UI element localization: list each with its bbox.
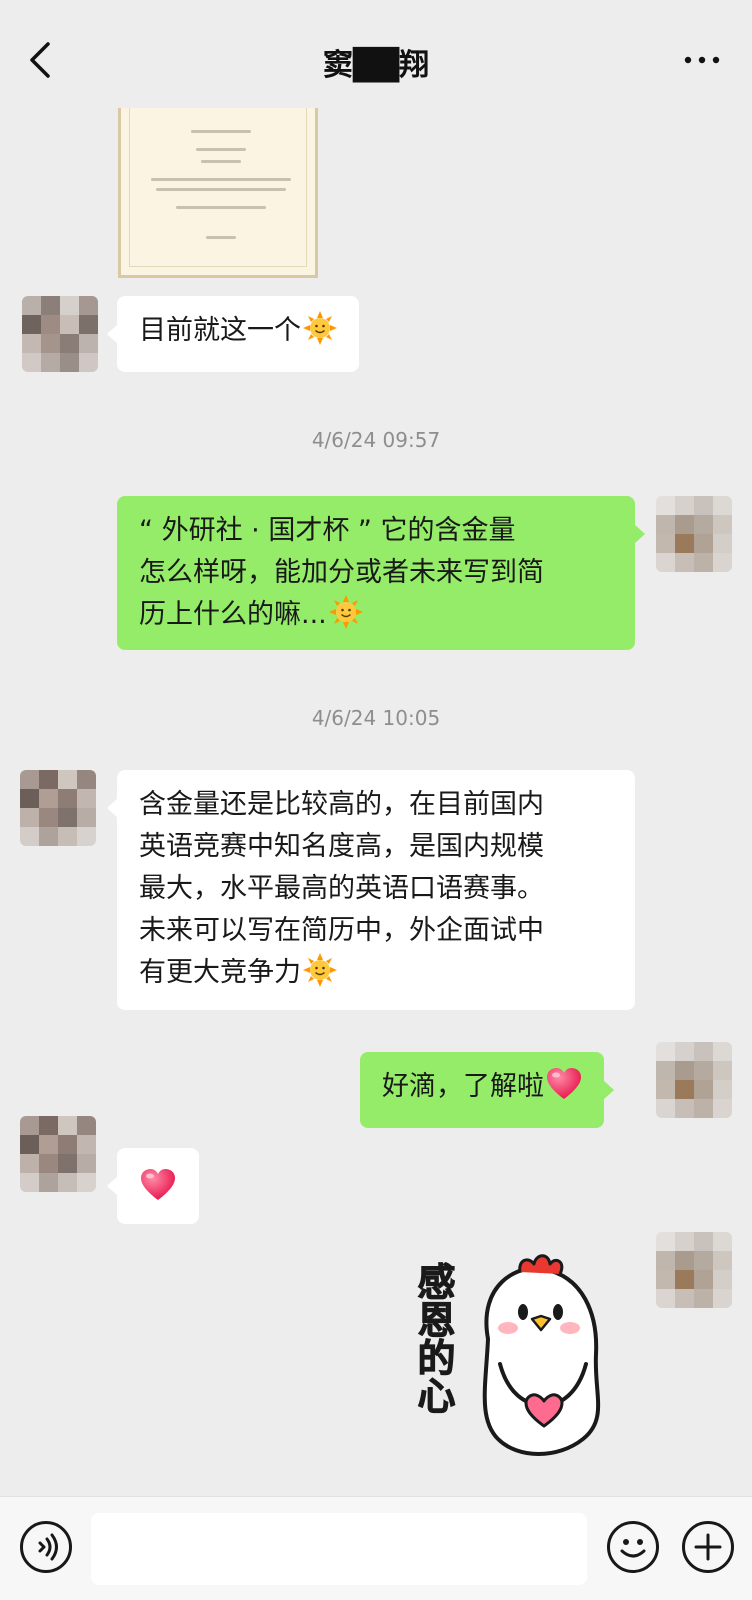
sun-emoji-icon [328, 595, 363, 629]
message-list[interactable]: 目前就这一个 4/6/24 09:57 “ 外研社 · 国才杯 ” 它的含金量 … [0, 108, 752, 1496]
heart-emoji-icon [547, 1068, 581, 1099]
chat-header: 窦██翔 [0, 0, 752, 108]
chat-title: 窦██翔 [322, 48, 430, 83]
message-bubble-sent[interactable]: 好滴，了解啦 [360, 1052, 614, 1128]
plus-icon[interactable] [682, 1521, 734, 1573]
smiley-icon[interactable] [607, 1521, 659, 1573]
message-timestamp: 4/6/24 09:57 [311, 428, 441, 452]
message-bubble-sent[interactable]: “ 外研社 · 国才杯 ” 它的含金量 怎么样呀，能加分或者未来写到简 历上什么… [117, 496, 645, 650]
contact-avatar[interactable] [20, 1116, 96, 1192]
my-avatar[interactable] [656, 496, 732, 572]
message-bubble-received[interactable]: 含金量还是比较高的，在目前国内 英语竞赛中知名度高，是国内规模 最大，水平最高的… [107, 770, 635, 1010]
contact-avatar[interactable] [20, 770, 96, 846]
certificate-image[interactable] [118, 108, 318, 278]
message-input[interactable] [91, 1513, 587, 1585]
my-avatar[interactable] [656, 1042, 732, 1118]
message-timestamp: 4/6/24 10:05 [311, 706, 441, 730]
contact-avatar[interactable] [22, 296, 98, 372]
sun-emoji-icon [303, 953, 337, 987]
sun-emoji-icon [303, 311, 337, 345]
input-bar [0, 1496, 752, 1600]
message-bubble-received[interactable]: 目前就这一个 [107, 296, 359, 372]
chick-heart-sticker[interactable]: 感恩的心 [408, 1244, 633, 1469]
sticker-text: 感恩的心 [411, 1262, 456, 1415]
my-avatar[interactable] [656, 1232, 732, 1308]
voice-icon[interactable] [20, 1521, 72, 1573]
message-bubble-received[interactable] [107, 1148, 199, 1224]
more-dots-icon[interactable] [682, 48, 722, 72]
heart-emoji-icon [141, 1169, 175, 1200]
